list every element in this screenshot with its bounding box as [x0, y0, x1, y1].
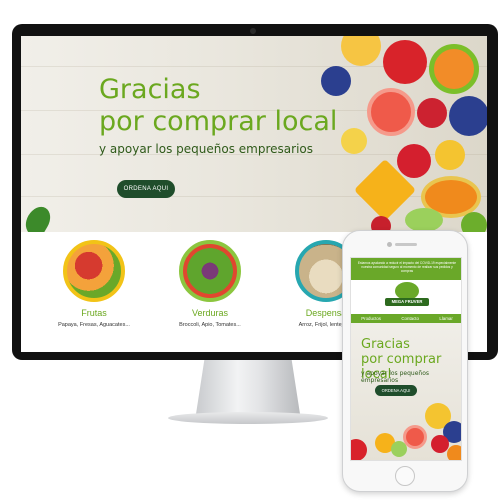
monitor-stand [196, 360, 300, 414]
category-card-verduras[interactable]: Verduras Broccoli, Apio, Tomates... [155, 240, 265, 328]
nav-llamar[interactable]: Llamar [439, 316, 452, 321]
mobile-screen: Estamos ayudando a reducir el impacto de… [350, 257, 462, 461]
phone-camera [387, 242, 392, 247]
fruit-basket-image [63, 240, 125, 302]
mobile-phone: Estamos ayudando a reducir el impacto de… [342, 230, 468, 492]
monitor-base [168, 412, 328, 424]
hero-title: Gracias por comprar local [99, 74, 369, 138]
category-description: Papaya, Fresas, Aguacates... [58, 322, 130, 328]
category-name: Frutas [81, 308, 107, 318]
mobile-hero: Gracias por comprar local y apoyar los p… [351, 323, 461, 460]
nav-productos[interactable]: Productos [361, 316, 381, 321]
mobile-title-line1: Gracias [361, 337, 410, 352]
category-description: Broccoli, Apio, Tomates... [179, 322, 241, 328]
order-here-button[interactable]: ORDENA AQUI [117, 180, 175, 198]
mobile-hero-subtitle: y apoyar los pequeños empresarios [361, 370, 429, 384]
home-button[interactable] [395, 466, 415, 486]
category-name: Verduras [191, 308, 229, 318]
mobile-order-button[interactable]: ORDENA AQUI [375, 385, 417, 396]
hero-title-line1: Gracias [99, 74, 201, 105]
hero-section: Gracias por comprar local y apoyar los p… [21, 36, 487, 232]
nav-contacto[interactable]: Contacto [401, 316, 419, 321]
mobile-nav: Productos Contacto Llamar [351, 314, 461, 323]
logo-text: MEGA FRUVER [385, 298, 429, 306]
mega-fruver-logo[interactable]: MEGA FRUVER [385, 282, 429, 310]
hero-title-line2: por comprar local [99, 106, 338, 137]
webcam-dot [250, 28, 256, 34]
covid-notice-banner: Estamos ayudando a reducir el impacto de… [351, 258, 461, 280]
hero-subtitle: y apoyar los pequeños empresarios [99, 142, 314, 156]
vegetables-image [179, 240, 241, 302]
phone-speaker [395, 243, 417, 246]
category-card-frutas[interactable]: Frutas Papaya, Fresas, Aguacates... [39, 240, 149, 328]
